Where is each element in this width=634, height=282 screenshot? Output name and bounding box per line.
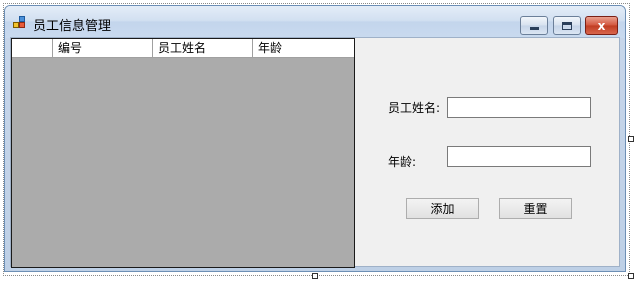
resize-handle-bottom[interactable] xyxy=(312,273,318,279)
minimize-button[interactable] xyxy=(520,16,548,35)
employee-data-grid[interactable]: 编号 员工姓名 年龄 xyxy=(11,38,355,268)
column-header-age[interactable]: 年龄 xyxy=(253,39,354,58)
column-header-name[interactable]: 员工姓名 xyxy=(153,39,253,58)
resize-handle-corner[interactable] xyxy=(628,273,634,279)
minimize-icon xyxy=(529,26,539,30)
window-title: 员工信息管理 xyxy=(33,19,112,34)
employee-name-input[interactable] xyxy=(447,97,591,118)
resize-handle-right[interactable] xyxy=(628,136,634,142)
column-header-id[interactable]: 编号 xyxy=(53,39,153,58)
maximize-icon xyxy=(562,21,572,30)
add-button[interactable]: 添加 xyxy=(406,198,479,219)
close-button[interactable]: x xyxy=(585,16,618,35)
employee-name-label: 员工姓名: xyxy=(388,101,441,115)
age-input[interactable] xyxy=(447,146,591,167)
app-icon xyxy=(13,16,27,30)
title-bar[interactable]: 员工信息管理 x xyxy=(5,6,625,38)
form-client-area: 编号 员工姓名 年龄 员工姓名: 年龄: 添加 重置 xyxy=(10,37,620,268)
main-window: 员工信息管理 x 编号 员工姓名 年龄 员工姓名: 年龄: 添加 重置 xyxy=(4,5,626,272)
maximize-button[interactable] xyxy=(553,16,581,35)
close-icon: x xyxy=(597,18,606,33)
reset-button[interactable]: 重置 xyxy=(499,198,572,219)
grid-row-header-corner[interactable] xyxy=(12,39,53,58)
age-label: 年龄: xyxy=(388,155,417,169)
grid-header-row: 编号 员工姓名 年龄 xyxy=(12,39,354,58)
